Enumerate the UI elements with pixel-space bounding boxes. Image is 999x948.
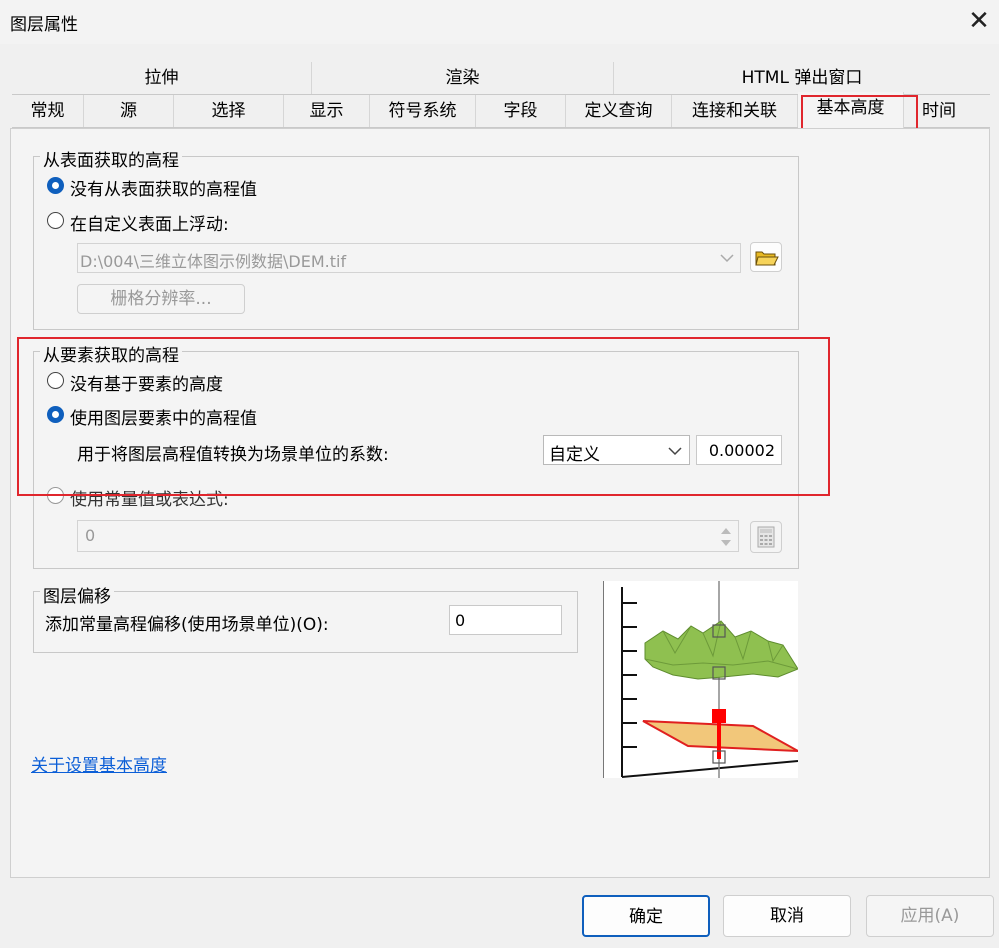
tab-row-top: 拉伸 渲染 HTML 弹出窗口 bbox=[12, 62, 990, 95]
offset-input-value: 0 bbox=[455, 611, 466, 630]
cancel-button[interactable]: 取消 bbox=[723, 895, 851, 937]
tab-symbology[interactable]: 符号系统 bbox=[370, 95, 476, 127]
expression-input[interactable]: 0 bbox=[77, 520, 739, 552]
tab-source[interactable]: 源 bbox=[84, 95, 174, 127]
tab-selection[interactable]: 选择 bbox=[174, 95, 284, 127]
surface-path-combo[interactable]: D:\004\三维立体图示例数据\DEM.tif bbox=[77, 243, 741, 273]
title-bar bbox=[0, 0, 999, 44]
radio-custom-surface[interactable] bbox=[47, 212, 64, 229]
calculator-button[interactable] bbox=[750, 521, 782, 553]
raster-resolution-button[interactable]: 栅格分辨率... bbox=[77, 284, 245, 314]
folder-open-icon bbox=[755, 251, 779, 266]
expression-input-value: 0 bbox=[85, 526, 96, 545]
tab-html-popup[interactable]: HTML 弹出窗口 bbox=[614, 62, 990, 94]
offset-label: 添加常量高程偏移(使用场景单位)(O): bbox=[45, 615, 329, 635]
window-title: 图层属性 bbox=[10, 15, 78, 35]
offset-input[interactable]: 0 bbox=[449, 605, 562, 635]
tab-extrusion[interactable]: 拉伸 bbox=[12, 62, 312, 94]
label-no-surface: 没有从表面获取的高程值 bbox=[70, 180, 257, 200]
apply-button[interactable]: 应用(A) bbox=[866, 895, 994, 937]
tab-definition-query[interactable]: 定义查询 bbox=[566, 95, 672, 127]
ok-button[interactable]: 确定 bbox=[582, 895, 710, 937]
tab-joins-relates[interactable]: 连接和关联 bbox=[672, 95, 798, 127]
surface-path-value: D:\004\三维立体图示例数据\DEM.tif bbox=[80, 252, 347, 271]
chevron-down-icon bbox=[720, 254, 734, 263]
tab-rendering[interactable]: 渲染 bbox=[312, 62, 614, 94]
spin-arrows-icon[interactable] bbox=[718, 524, 734, 550]
browse-surface-button[interactable] bbox=[750, 242, 782, 272]
offset-group-legend: 图层偏移 bbox=[40, 582, 114, 607]
close-icon[interactable]: ✕ bbox=[962, 2, 996, 40]
label-custom-surface: 在自定义表面上浮动: bbox=[70, 215, 229, 235]
tab-display[interactable]: 显示 bbox=[284, 95, 370, 127]
tab-fields[interactable]: 字段 bbox=[476, 95, 566, 127]
calculator-icon bbox=[757, 526, 775, 548]
tab-general[interactable]: 常规 bbox=[12, 95, 84, 127]
radio-no-surface[interactable] bbox=[47, 177, 64, 194]
help-link[interactable]: 关于设置基本高度 bbox=[31, 751, 167, 776]
surface-group-legend: 从表面获取的高程 bbox=[40, 146, 182, 171]
base-height-illustration bbox=[603, 581, 798, 778]
feature-highlight-box bbox=[17, 337, 830, 496]
